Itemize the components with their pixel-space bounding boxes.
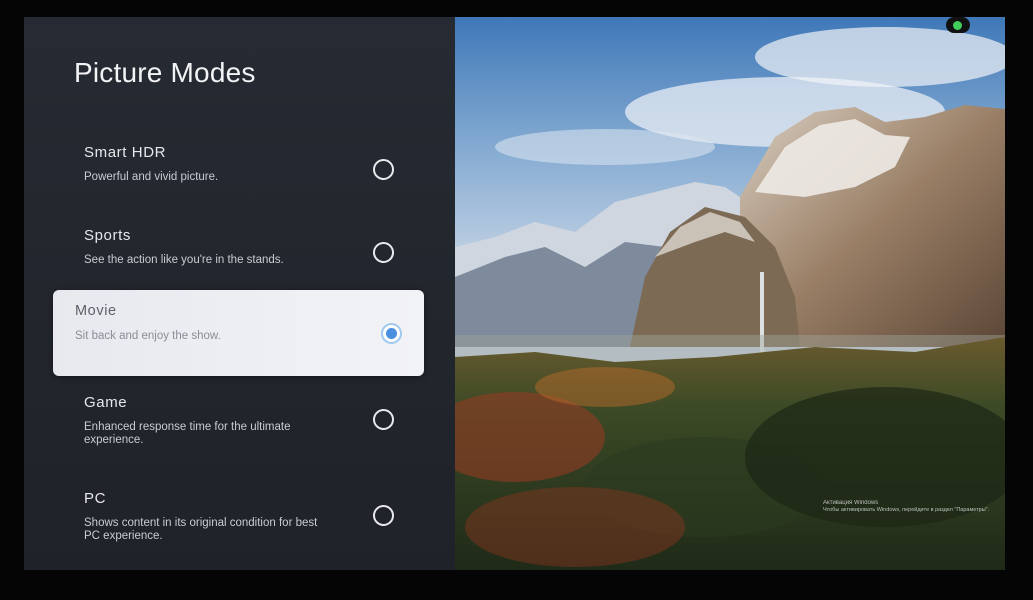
tv-screen: Picture Modes Smart HDR Powerful and viv… bbox=[24, 17, 1005, 570]
option-description: Enhanced response time for the ultimate … bbox=[84, 421, 291, 446]
page-title: Picture Modes bbox=[74, 57, 256, 88]
option-sports[interactable]: Sports See the action like you're in the… bbox=[53, 214, 424, 300]
option-name: PC bbox=[84, 490, 107, 507]
option-name: Game bbox=[84, 394, 128, 411]
watermark-text: Чтобы активировать Windows, перейдите в … bbox=[823, 507, 990, 513]
radio-unchecked-icon[interactable] bbox=[373, 505, 394, 526]
option-description: Powerful and vivid picture. bbox=[84, 171, 219, 183]
radio-unchecked-icon[interactable] bbox=[373, 409, 394, 430]
option-movie[interactable]: Movie Sit back and enjoy the show. bbox=[53, 290, 424, 376]
option-name: Sports bbox=[84, 227, 131, 244]
picture-modes-panel: Picture Modes Smart HDR Powerful and viv… bbox=[24, 17, 455, 570]
radio-checked-icon[interactable] bbox=[381, 323, 402, 344]
option-description: Shows content in its original condition … bbox=[84, 517, 318, 542]
landscape-image bbox=[455, 17, 1005, 570]
option-pc[interactable]: PC Shows content in its original conditi… bbox=[53, 477, 424, 563]
option-smart-hdr[interactable]: Smart HDR Powerful and vivid picture. bbox=[53, 131, 424, 217]
option-name: Smart HDR bbox=[84, 144, 167, 161]
status-indicator-icon bbox=[946, 17, 970, 33]
option-game[interactable]: Game Enhanced response time for the ulti… bbox=[53, 381, 424, 467]
option-name: Movie bbox=[75, 303, 117, 319]
option-description: Sit back and enjoy the show. bbox=[75, 330, 221, 342]
radio-unchecked-icon[interactable] bbox=[373, 159, 394, 180]
picture-preview bbox=[455, 17, 1005, 570]
windows-activation-watermark: Активация Windows Чтобы активировать Win… bbox=[823, 500, 989, 514]
watermark-title: Активация Windows bbox=[823, 500, 879, 506]
option-description: See the action like you're in the stands… bbox=[84, 254, 284, 266]
radio-unchecked-icon[interactable] bbox=[373, 242, 394, 263]
